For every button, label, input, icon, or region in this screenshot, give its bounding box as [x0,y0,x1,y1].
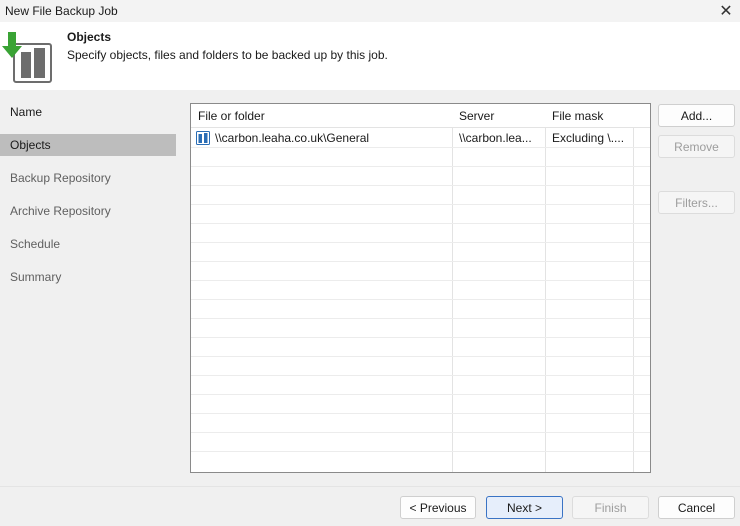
page-subtitle: Specify objects, files and folders to be… [67,48,388,62]
cell-path: \\carbon.leaha.co.uk\General [191,128,452,148]
row-divider [191,451,650,452]
remove-button[interactable]: Remove [658,135,735,158]
column-divider [633,104,634,472]
row-divider [191,166,650,167]
cancel-button[interactable]: Cancel [658,496,735,519]
table-header: File or folder Server File mask [191,104,650,128]
wizard-steps: Name Objects Backup Repository Archive R… [0,90,176,486]
step-schedule[interactable]: Schedule [0,233,176,255]
row-divider [191,356,650,357]
row-divider [191,337,650,338]
row-divider [191,394,650,395]
finish-button[interactable]: Finish [572,496,649,519]
row-divider [191,242,650,243]
backup-job-icon [2,32,52,83]
next-button[interactable]: Next > [486,496,563,519]
filters-button[interactable]: Filters... [658,191,735,214]
cell-file-mask: Excluding \.... [552,131,625,145]
row-divider [191,375,650,376]
row-divider [191,318,650,319]
title-bar: New File Backup Job ✕ [0,0,740,22]
column-divider [545,104,546,472]
page-title: Objects [67,30,112,44]
row-divider [191,280,650,281]
step-objects[interactable]: Objects [0,134,176,156]
table-row[interactable]: \\carbon.leaha.co.uk\General \\carbon.le… [191,128,650,148]
row-divider [191,299,650,300]
step-archive-repository[interactable]: Archive Repository [0,200,176,222]
row-divider [191,223,650,224]
row-divider [191,413,650,414]
objects-table[interactable]: File or folder Server File mask \\carbon… [190,103,651,473]
row-divider [191,432,650,433]
add-button[interactable]: Add... [658,104,735,127]
row-divider [191,261,650,262]
step-name[interactable]: Name [0,101,176,123]
column-header-file-or-folder[interactable]: File or folder [191,104,452,128]
previous-button[interactable]: < Previous [400,496,476,519]
step-backup-repository[interactable]: Backup Repository [0,167,176,189]
row-divider [191,204,650,205]
close-icon[interactable]: ✕ [712,0,740,22]
column-divider [452,104,453,472]
wizard-header: Objects Specify objects, files and folde… [0,22,740,90]
file-share-icon [196,131,210,145]
cell-server: \\carbon.lea... [459,131,532,145]
step-summary[interactable]: Summary [0,266,176,288]
column-header-server[interactable]: Server [452,104,545,128]
row-path-text: \\carbon.leaha.co.uk\General [215,131,370,145]
window-title: New File Backup Job [5,4,118,18]
row-divider [191,147,650,148]
column-header-file-mask[interactable]: File mask [545,104,633,128]
row-divider [191,185,650,186]
